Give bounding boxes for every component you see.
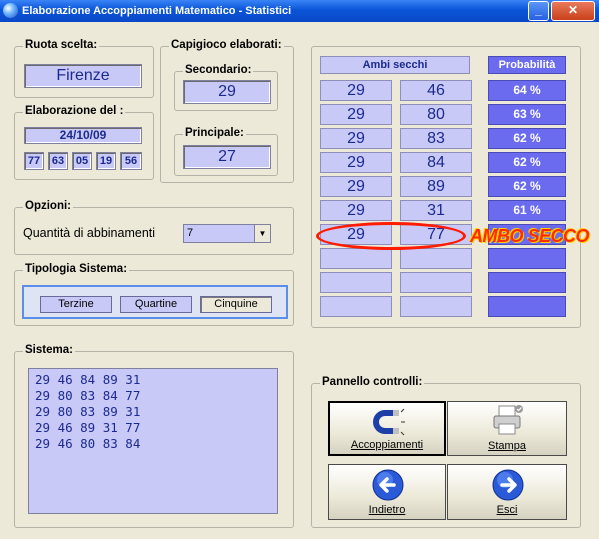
highlight-ellipse (316, 222, 466, 250)
secondario-value: 29 (183, 80, 271, 104)
ambo-secco-annotation: AMBO SECCO (470, 226, 590, 246)
ambi-cell-b: 80 (400, 104, 472, 125)
principale-value: 27 (183, 145, 271, 169)
probabilita-cell: 63 % (488, 104, 566, 125)
ambi-cell-b: 46 (400, 80, 472, 101)
sistema-line: 29 46 84 89 31 (35, 372, 141, 387)
estrazione-number: 56 (120, 152, 142, 170)
estrazione-number: 63 (48, 152, 68, 170)
controlli-legend: Pannello controlli: (320, 376, 425, 388)
abbinamenti-select[interactable]: 7 ▼ (183, 224, 271, 243)
elaborazione-date: 24/10/09 (24, 127, 142, 144)
printer-icon (493, 405, 523, 435)
sistema-legend: Sistema: (23, 344, 75, 356)
tipologia-legend: Tipologia Sistema: (23, 263, 130, 275)
secondario-label: Secondario: (183, 64, 254, 76)
indietro-label: Indietro (368, 504, 406, 516)
esci-label: Esci (496, 504, 518, 516)
ambi-cell-b (400, 272, 472, 293)
estrazione-number: 19 (96, 152, 116, 170)
ambi-cell-b: 89 (400, 176, 472, 197)
esci-button[interactable]: Esci (447, 464, 567, 520)
principale-label: Principale: (183, 127, 246, 139)
window-title: Elaborazione Accoppiamenti Matematico - … (22, 5, 292, 17)
sistema-textarea[interactable]: 29 46 84 89 31 29 80 83 84 77 29 80 83 8… (28, 368, 278, 514)
probabilita-cell: 62 % (488, 152, 566, 173)
elaborazione-legend: Elaborazione del : (23, 105, 126, 117)
accoppiamenti-label: Accoppiamenti (350, 439, 424, 451)
ruota-value: Firenze (24, 64, 142, 88)
sistema-line: 29 80 83 89 31 (35, 404, 141, 419)
sistema-line: 29 80 83 84 77 (35, 388, 141, 403)
terzine-button[interactable]: Terzine (40, 296, 112, 313)
dropdown-arrow-icon[interactable]: ▼ (254, 225, 270, 242)
sistema-line: 29 46 89 31 77 (35, 420, 141, 435)
opzioni-legend: Opzioni: (23, 200, 73, 212)
quartine-button[interactable]: Quartine (120, 296, 192, 313)
abbinamenti-label: Quantità di abbinamenti (23, 226, 156, 240)
ambi-cell-b (400, 248, 472, 269)
forward-arrow-icon (492, 469, 524, 501)
probabilita-cell (488, 272, 566, 293)
magnet-icon (373, 408, 405, 436)
ambi-cell-a: 29 (320, 176, 392, 197)
ambi-cell-a (320, 296, 392, 317)
ruota-legend: Ruota scelta: (23, 39, 100, 51)
probabilita-cell (488, 248, 566, 269)
ambi-cell-b: 84 (400, 152, 472, 173)
ambi-cell-a: 29 (320, 80, 392, 101)
capigioco-legend: Capigioco elaborati: (169, 39, 284, 51)
stampa-button[interactable]: Stampa (447, 401, 567, 456)
estrazione-number: 77 (24, 152, 44, 170)
probabilita-cell (488, 296, 566, 317)
ambi-cell-a (320, 272, 392, 293)
title-bar: Elaborazione Accoppiamenti Matematico - … (0, 0, 599, 22)
ambi-cell-b (400, 296, 472, 317)
close-button[interactable]: ✕ (551, 1, 595, 21)
probabilita-header: Probabilità (488, 56, 566, 74)
ambi-header: Ambi secchi (320, 56, 470, 74)
ambi-cell-a: 29 (320, 104, 392, 125)
probabilita-cell: 64 % (488, 80, 566, 101)
ambi-cell-a: 29 (320, 200, 392, 221)
ambi-cell-a: 29 (320, 152, 392, 173)
ambi-cell-a (320, 248, 392, 269)
minimize-button[interactable]: _ (528, 1, 549, 21)
ambi-cell-b: 83 (400, 128, 472, 149)
probabilita-cell: 62 % (488, 128, 566, 149)
abbinamenti-value: 7 (187, 227, 194, 239)
estrazione-number: 05 (72, 152, 92, 170)
app-icon (3, 3, 18, 18)
indietro-button[interactable]: Indietro (328, 464, 446, 520)
sistema-line: 29 46 80 83 84 (35, 436, 141, 451)
accoppiamenti-button[interactable]: Accoppiamenti (328, 401, 446, 456)
ambi-cell-b: 31 (400, 200, 472, 221)
stampa-label: Stampa (488, 440, 526, 452)
cinquine-button[interactable]: Cinquine (200, 296, 272, 313)
ambi-cell-a: 29 (320, 128, 392, 149)
back-arrow-icon (372, 469, 404, 501)
probabilita-cell: 61 % (488, 200, 566, 221)
probabilita-cell: 62 % (488, 176, 566, 197)
